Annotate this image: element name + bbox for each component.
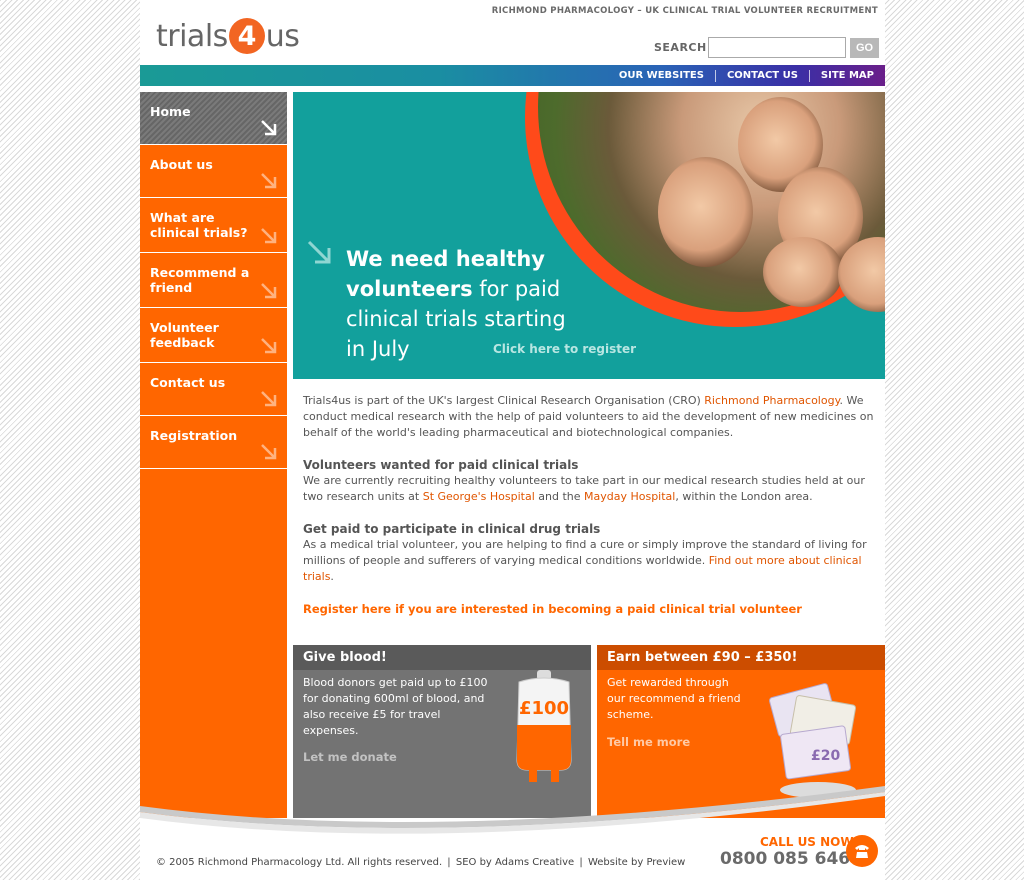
hero-banner[interactable]: We need healthy volunteers for paid clin… [293,92,885,379]
arrow-down-right-icon [261,228,277,244]
hero-line3: clinical trials starting [346,307,566,331]
sidebar-item-volunteer-feedback[interactable]: Volunteer feedback [140,308,287,363]
arrow-down-right-icon [307,240,331,264]
sidebar-item-registration[interactable]: Registration [140,416,287,469]
page: trials 4 us RICHMOND PHARMACOLOGY – UK CLI… [140,0,885,880]
seo-credit-link[interactable]: SEO by Adams Creative [456,857,574,868]
arrow-down-right-icon [261,391,277,407]
paragraph-text: , within the London area. [675,490,813,503]
website-credit-link[interactable]: Website by Preview [588,857,685,868]
sidebar-item-what-are-clinical-trials[interactable]: What are clinical trials? [140,198,287,253]
promo-title: Earn between £90 – £350! [597,645,885,670]
intro-text: Trials4us is part of the UK's largest Cl… [303,394,705,407]
logo-four-badge: 4 [228,18,265,54]
search-input[interactable] [708,37,846,58]
nav-our-websites[interactable]: OUR WEBSITES [608,70,715,82]
arrow-down-right-icon [261,338,277,354]
promo-title: Give blood! [293,645,591,670]
svg-text:£20: £20 [811,748,840,764]
let-me-donate-link[interactable]: Let me donate [303,750,397,764]
hero-line2-rest: for paid [472,277,561,301]
sidebar-item-label: Recommend a friend [150,265,250,295]
arrow-down-right-icon [261,120,277,136]
volunteer-face [658,157,753,267]
volunteer-face [763,237,843,307]
get-paid-paragraph: As a medical trial volunteer, you are he… [303,537,875,585]
search-label: SEARCH [654,41,707,54]
promo-text: Blood donors get paid up to £100 for don… [303,676,488,737]
logo-text-left: trials [156,18,228,54]
hero-line2-bold: volunteers [346,277,473,301]
blood-bag-icon: £100 [516,670,572,782]
sidebar-item-label: Contact us [150,375,226,390]
richmond-pharmacology-link[interactable]: Richmond Pharmacology [704,394,839,407]
footer-swoosh [140,786,885,834]
nav-contact-us[interactable]: CONTACT US [714,69,809,82]
sidebar-nav: Home About us What are clinical trials? … [140,92,287,818]
call-us-number[interactable]: 0800 085 6464 [720,849,862,869]
sidebar-item-recommend-a-friend[interactable]: Recommend a friend [140,253,287,308]
logo-text-right: us [265,18,300,54]
section-heading-get-paid: Get paid to participate in clinical drug… [303,522,601,536]
promo-text: Get rewarded through our recommend a fri… [607,676,741,721]
search-go-button[interactable]: GO [850,38,879,58]
volunteers-wanted-paragraph: We are currently recruiting healthy volu… [303,473,875,505]
paragraph-text: . [330,570,334,583]
sidebar-item-label: About us [150,157,213,172]
sidebar-item-label: Volunteer feedback [150,320,219,350]
register-cta-link[interactable]: Register here if you are interested in b… [303,602,802,616]
hero-photo-volunteers [538,92,885,312]
trials4us-logo[interactable]: trials 4 us [156,14,300,58]
phone-icon [846,835,878,867]
sidebar-item-about-us[interactable]: About us [140,145,287,198]
hero-line1: We need healthy [346,247,545,271]
header-tagline: RICHMOND PHARMACOLOGY – UK CLINICAL TRIA… [491,6,878,16]
sidebar-item-contact-us[interactable]: Contact us [140,363,287,416]
intro-paragraph: Trials4us is part of the UK's largest Cl… [303,393,875,441]
sidebar-item-label: Registration [150,428,238,443]
st-georges-hospital-link[interactable]: St George's Hospital [423,490,535,503]
sidebar-item-label: Home [150,104,191,119]
blood-bag-label: £100 [519,698,569,719]
hero-register-link[interactable]: Click here to register [493,342,636,356]
copyright-text: © 2005 Richmond Pharmacology Ltd. All ri… [156,857,443,868]
arrow-down-right-icon [261,444,277,460]
top-nav-bar: OUR WEBSITES CONTACT US SITE MAP [140,65,885,86]
mayday-hospital-link[interactable]: Mayday Hospital [584,490,675,503]
nav-site-map[interactable]: SITE MAP [808,69,885,82]
section-heading-volunteers-wanted: Volunteers wanted for paid clinical tria… [303,458,579,472]
arrow-down-right-icon [261,173,277,189]
paragraph-text: and the [534,490,584,503]
sidebar-item-home[interactable]: Home [140,92,287,145]
call-us-label: CALL US NOW [760,835,854,849]
tell-me-more-link[interactable]: Tell me more [607,735,690,749]
footer-copyright: © 2005 Richmond Pharmacology Ltd. All ri… [156,857,686,868]
sidebar-item-label: What are clinical trials? [150,210,248,240]
arrow-down-right-icon [261,283,277,299]
main-content: Trials4us is part of the UK's largest Cl… [303,393,875,618]
